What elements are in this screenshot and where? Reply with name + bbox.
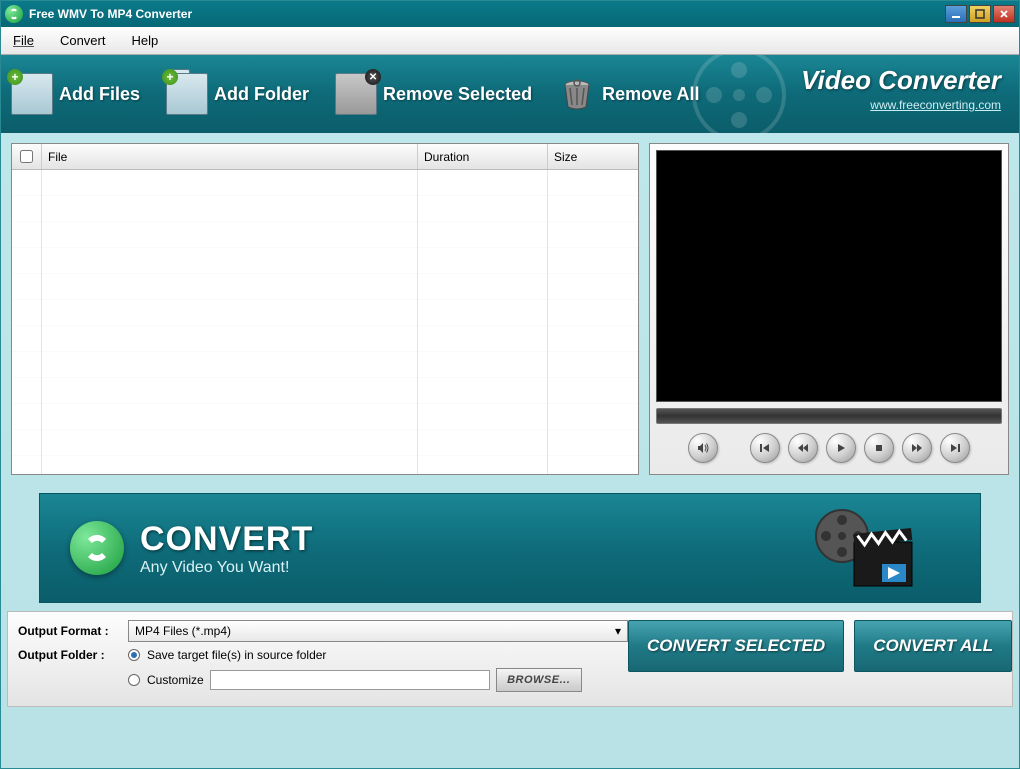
radio-icon bbox=[128, 649, 140, 661]
window-title: Free WMV To MP4 Converter bbox=[29, 7, 943, 21]
chevron-down-icon: ▾ bbox=[615, 624, 621, 638]
file-list-body[interactable] bbox=[12, 170, 638, 474]
remove-all-label: Remove All bbox=[602, 84, 699, 105]
brand-area: Video Converter www.freeconverting.com bbox=[801, 65, 1001, 112]
minimize-button[interactable] bbox=[945, 5, 967, 23]
menu-convert[interactable]: Convert bbox=[56, 29, 110, 52]
select-all-checkbox[interactable] bbox=[20, 150, 33, 163]
menu-file[interactable]: File bbox=[9, 29, 38, 52]
column-duration[interactable]: Duration bbox=[418, 144, 548, 169]
preview-panel bbox=[649, 143, 1009, 475]
rewind-button[interactable] bbox=[788, 433, 818, 463]
browse-button[interactable]: BROWSE... bbox=[496, 668, 582, 692]
output-format-label: Output Format : bbox=[18, 624, 128, 638]
output-format-value: MP4 Files (*.mp4) bbox=[135, 624, 231, 638]
add-files-label: Add Files bbox=[59, 84, 140, 105]
close-button[interactable] bbox=[993, 5, 1015, 23]
next-track-button[interactable] bbox=[940, 433, 970, 463]
output-folder-label: Output Folder : bbox=[18, 648, 128, 662]
brand-title: Video Converter bbox=[801, 65, 1001, 96]
column-checkbox[interactable] bbox=[12, 144, 42, 169]
bottom-panel: Output Format : MP4 Files (*.mp4) ▾ Outp… bbox=[7, 611, 1013, 707]
titlebar[interactable]: Free WMV To MP4 Converter bbox=[1, 1, 1019, 27]
radio-icon bbox=[128, 674, 140, 686]
remove-selected-button[interactable]: ✕ Remove Selected bbox=[335, 73, 532, 115]
film-reel-decor-icon bbox=[689, 55, 789, 133]
prev-track-button[interactable] bbox=[750, 433, 780, 463]
convert-banner: CONVERT Any Video You Want! bbox=[39, 493, 981, 603]
convert-all-button[interactable]: CONVERT ALL bbox=[854, 620, 1012, 672]
action-buttons: CONVERT SELECTED CONVERT ALL bbox=[628, 620, 1012, 672]
video-preview[interactable] bbox=[656, 150, 1002, 402]
clapperboard-icon bbox=[810, 508, 920, 598]
toolbar: + Add Files + Add Folder ✕ Remove Select… bbox=[1, 55, 1019, 133]
radio-save-source[interactable]: Save target file(s) in source folder bbox=[128, 648, 326, 662]
output-settings: Output Format : MP4 Files (*.mp4) ▾ Outp… bbox=[18, 620, 628, 698]
radio-customize-label: Customize bbox=[147, 673, 204, 687]
menubar: File Convert Help bbox=[1, 27, 1019, 55]
remove-selected-label: Remove Selected bbox=[383, 84, 532, 105]
column-file[interactable]: File bbox=[42, 144, 418, 169]
column-size[interactable]: Size bbox=[548, 144, 638, 169]
remove-selected-icon: ✕ bbox=[335, 73, 377, 115]
banner-title: CONVERT bbox=[140, 520, 313, 559]
add-folder-button[interactable]: + Add Folder bbox=[166, 73, 309, 115]
app-icon bbox=[5, 5, 23, 23]
output-format-select[interactable]: MP4 Files (*.mp4) ▾ bbox=[128, 620, 628, 642]
convert-selected-button[interactable]: CONVERT SELECTED bbox=[628, 620, 844, 672]
file-list-panel: File Duration Size bbox=[11, 143, 639, 475]
app-window: Free WMV To MP4 Converter File Convert H… bbox=[0, 0, 1020, 769]
volume-button[interactable] bbox=[688, 433, 718, 463]
brand-link[interactable]: www.freeconverting.com bbox=[801, 98, 1001, 112]
banner-subtitle: Any Video You Want! bbox=[140, 559, 313, 577]
convert-banner-icon bbox=[70, 521, 124, 575]
player-controls bbox=[656, 428, 1002, 468]
file-list-header: File Duration Size bbox=[12, 144, 638, 170]
add-folder-label: Add Folder bbox=[214, 84, 309, 105]
add-folder-icon: + bbox=[166, 73, 208, 115]
radio-customize[interactable]: Customize bbox=[128, 673, 204, 687]
custom-folder-input[interactable] bbox=[210, 670, 490, 690]
add-files-button[interactable]: + Add Files bbox=[11, 73, 140, 115]
remove-all-button[interactable]: Remove All bbox=[558, 75, 699, 113]
radio-save-source-label: Save target file(s) in source folder bbox=[147, 648, 326, 662]
menu-help[interactable]: Help bbox=[127, 29, 162, 52]
content-area: File Duration Size bbox=[1, 133, 1019, 485]
maximize-button[interactable] bbox=[969, 5, 991, 23]
forward-button[interactable] bbox=[902, 433, 932, 463]
add-files-icon: + bbox=[11, 73, 53, 115]
progress-bar[interactable] bbox=[656, 408, 1002, 424]
play-button[interactable] bbox=[826, 433, 856, 463]
stop-button[interactable] bbox=[864, 433, 894, 463]
remove-all-icon bbox=[558, 75, 596, 113]
banner-text: CONVERT Any Video You Want! bbox=[140, 520, 313, 577]
